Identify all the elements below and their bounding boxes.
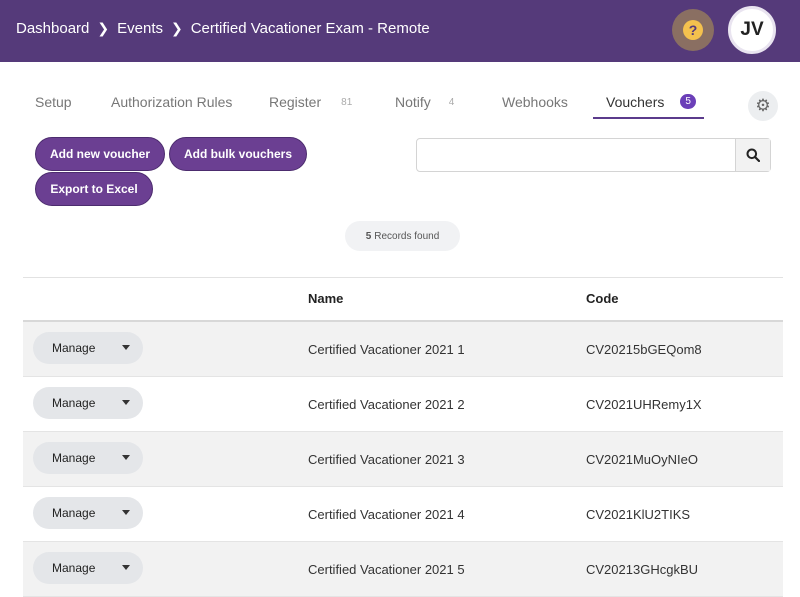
help-button[interactable]: ?	[672, 9, 714, 51]
records-label: Records found	[374, 230, 440, 242]
tab-badge: 5	[680, 94, 696, 109]
manage-label: Manage	[52, 561, 96, 575]
tab-vouchers[interactable]: Vouchers 5	[593, 85, 704, 119]
avatar[interactable]: JV	[728, 6, 776, 54]
tab-label: Setup	[35, 94, 72, 110]
search-field	[416, 138, 771, 172]
manage-label: Manage	[52, 396, 96, 410]
tab-count: 81	[341, 97, 353, 108]
tab-notify[interactable]: Notify 4	[395, 85, 454, 119]
manage-dropdown-button[interactable]: Manage	[33, 332, 143, 364]
voucher-name: Certified Vacationer 2021 3	[308, 452, 465, 467]
voucher-name: Certified Vacationer 2021 2	[308, 397, 465, 412]
add-new-voucher-button[interactable]: Add new voucher	[35, 137, 165, 171]
tab-webhooks[interactable]: Webhooks	[502, 85, 568, 119]
chevron-right-icon: ❯	[170, 20, 183, 36]
records-count: 5	[365, 230, 372, 242]
voucher-code: CV20215bGEQom8	[586, 342, 702, 357]
table-row: Manage Certified Vacationer 2021 2 CV202…	[23, 377, 783, 432]
tab-label: Register	[269, 94, 322, 110]
voucher-name: Certified Vacationer 2021 1	[308, 342, 465, 357]
column-header-name[interactable]: Name	[308, 291, 343, 306]
manage-label: Manage	[52, 451, 96, 465]
breadcrumb-events[interactable]: Events	[117, 20, 163, 37]
tab-authorization-rules[interactable]: Authorization Rules	[111, 85, 232, 119]
top-bar: Dashboard ❯ Events ❯ Certified Vacatione…	[0, 0, 800, 62]
caret-down-icon	[122, 400, 130, 405]
voucher-code: CV20213GHcgkBU	[586, 562, 698, 577]
voucher-code: CV2021MuOyNIeO	[586, 452, 698, 467]
search-input[interactable]	[423, 145, 727, 167]
breadcrumb: Dashboard ❯ Events ❯ Certified Vacatione…	[16, 20, 430, 37]
tab-label: Webhooks	[502, 94, 568, 110]
voucher-code: CV2021UHRemy1X	[586, 397, 702, 412]
add-bulk-vouchers-button[interactable]: Add bulk vouchers	[169, 137, 307, 171]
breadcrumb-current: Certified Vacationer Exam - Remote	[190, 20, 430, 37]
manage-dropdown-button[interactable]: Manage	[33, 497, 143, 529]
table-row: Manage Certified Vacationer 2021 1 CV202…	[23, 322, 783, 377]
settings-button[interactable]: ⚙	[748, 91, 778, 121]
table-row: Manage Certified Vacationer 2021 3 CV202…	[23, 432, 783, 487]
chevron-right-icon: ❯	[97, 20, 110, 36]
tab-label: Vouchers	[606, 94, 665, 110]
tab-label: Notify	[395, 94, 431, 110]
export-excel-button[interactable]: Export to Excel	[35, 172, 153, 206]
tab-count: 4	[448, 97, 455, 108]
search-icon	[746, 148, 760, 162]
table-row: Manage Certified Vacationer 2021 4 CV202…	[23, 487, 783, 542]
manage-dropdown-button[interactable]: Manage	[33, 552, 143, 584]
caret-down-icon	[122, 510, 130, 515]
breadcrumb-dashboard[interactable]: Dashboard	[16, 20, 89, 37]
tab-label: Authorization Rules	[111, 94, 233, 110]
records-found-badge: 5 Records found	[345, 221, 460, 251]
tab-bar: Setup Authorization Rules Register 81 No…	[22, 85, 782, 121]
manage-dropdown-button[interactable]: Manage	[33, 387, 143, 419]
table-header: Name Code	[23, 277, 783, 322]
vouchers-table: Name Code Manage Certified Vacationer 20…	[23, 277, 783, 597]
table-row: Manage Certified Vacationer 2021 5 CV202…	[23, 542, 783, 597]
column-header-code[interactable]: Code	[586, 291, 619, 306]
manage-dropdown-button[interactable]: Manage	[33, 442, 143, 474]
voucher-code: CV2021KlU2TIKS	[586, 507, 691, 522]
tab-register[interactable]: Register 81	[269, 85, 352, 119]
caret-down-icon	[122, 455, 130, 460]
gear-icon: ⚙	[755, 96, 771, 115]
caret-down-icon	[122, 345, 130, 350]
voucher-name: Certified Vacationer 2021 4	[308, 507, 465, 522]
manage-label: Manage	[52, 341, 96, 355]
caret-down-icon	[122, 565, 130, 570]
question-icon: ?	[683, 20, 703, 40]
voucher-name: Certified Vacationer 2021 5	[308, 562, 465, 577]
search-button[interactable]	[735, 139, 770, 171]
tab-setup[interactable]: Setup	[35, 85, 72, 119]
manage-label: Manage	[52, 506, 96, 520]
